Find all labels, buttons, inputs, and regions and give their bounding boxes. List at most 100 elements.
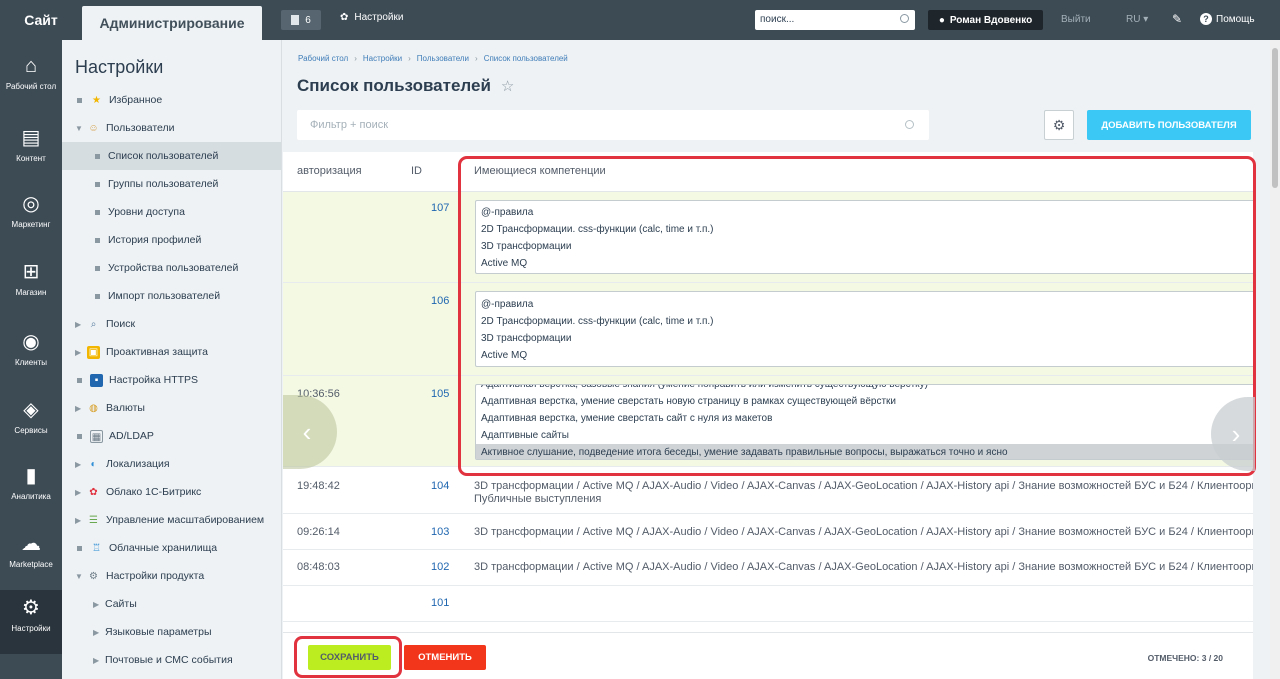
rail-item-services[interactable]: ◈ Сервисы — [0, 392, 62, 456]
cell-id[interactable]: 101 — [431, 597, 449, 609]
competences-multiselect[interactable]: Адаптивная верстка, базовые знания (умен… — [475, 384, 1253, 460]
menu-item-scaling[interactable]: ▶ ☰ Управление масштабированием — [62, 506, 281, 534]
scrollbar-thumb[interactable] — [1272, 48, 1278, 188]
rail-item-marketplace[interactable]: ☁ Marketplace — [0, 526, 62, 590]
add-user-button[interactable]: ДОБАВИТЬ ПОЛЬЗОВАТЕЛЯ — [1087, 110, 1251, 140]
table-row[interactable]: 106 @-правила 2D Трансформации. css-функ… — [283, 283, 1253, 376]
bullet — [77, 97, 82, 103]
select-option[interactable]: 3D трансформации — [476, 238, 1253, 255]
breadcrumb-item[interactable]: Настройки — [363, 54, 402, 63]
cell-id[interactable]: 104 — [431, 480, 449, 492]
home-icon: ⌂ — [24, 55, 38, 77]
rail-item-label: Настройки — [11, 624, 51, 633]
rail-item-settings[interactable]: ⚙ Настройки — [0, 590, 62, 654]
column-header-auth[interactable]: авторизация — [297, 165, 362, 177]
menu-item-user-groups[interactable]: Группы пользователей — [62, 170, 281, 198]
rail-item-content[interactable]: ▤ Контент — [0, 120, 62, 184]
menu-item-profile-history[interactable]: История профилей — [62, 226, 281, 254]
search-icon: ⌕ — [90, 318, 97, 330]
search-icon[interactable] — [900, 14, 909, 23]
breadcrumb-item[interactable]: Пользователи — [417, 54, 469, 63]
table-row[interactable]: 08:48:03 102 3D трансформации / Active M… — [283, 550, 1253, 586]
rail-item-shop[interactable]: ⊞ Магазин — [0, 254, 62, 318]
table-row[interactable]: 19:48:42 104 3D трансформации / Active M… — [283, 467, 1253, 514]
menu-item-users[interactable]: ▼ ☺ Пользователи — [62, 114, 281, 142]
menu-item-cloud-storage[interactable]: ♖ Облачные хранилища — [62, 534, 281, 562]
filter-search-input[interactable]: Фильтр + поиск — [297, 110, 929, 140]
table-row[interactable]: 10:36:56 105 Адаптивная верстка, базовые… — [283, 376, 1253, 467]
column-header-competences[interactable]: Имеющиеся компетенции — [474, 165, 606, 177]
content-icon: ▤ — [21, 127, 41, 149]
cell-id[interactable]: 102 — [431, 561, 449, 573]
grid-settings-button[interactable]: ⚙ — [1044, 110, 1074, 140]
menu-item-user-import[interactable]: Импорт пользователей — [62, 282, 281, 310]
column-header-id[interactable]: ID — [411, 165, 422, 177]
save-button[interactable]: СОХРАНИТЬ — [308, 645, 391, 670]
cancel-button[interactable]: ОТМЕНИТЬ — [404, 645, 486, 670]
site-tab[interactable]: Сайт — [0, 0, 82, 40]
menu-item-mail-sms-events[interactable]: ▶ Почтовые и СМС события — [62, 646, 281, 674]
menu-item-label: Избранное — [109, 94, 163, 106]
menu-item-language-params[interactable]: ▶ Языковые параметры — [62, 618, 281, 646]
select-option[interactable]: Адаптивная верстка, умение сверстать нов… — [476, 393, 1253, 410]
https-icon: ▪ — [90, 373, 103, 387]
menu-item-search[interactable]: ▶ ⌕ Поиск — [62, 310, 281, 338]
menu-item-favorites[interactable]: ★ Избранное — [62, 86, 281, 114]
menu-item-localization[interactable]: ▶ ◐ Локализация — [62, 450, 281, 478]
cell-id[interactable]: 105 — [431, 388, 449, 400]
settings-link[interactable]: ✿ Настройки — [340, 12, 403, 23]
notifications-icon — [291, 15, 300, 25]
menu-item-proactive-protection[interactable]: ▶ ▣ Проактивная защита — [62, 338, 281, 366]
user-button[interactable]: ● Роман Вдовенко — [928, 10, 1043, 30]
select-option[interactable]: Active MQ — [476, 255, 1253, 272]
menu-item-ldap[interactable]: ▦ AD/LDAP — [62, 422, 281, 450]
star-icon[interactable]: ☆ — [501, 77, 514, 95]
cell-id[interactable]: 107 — [431, 202, 449, 214]
menu-item-https[interactable]: ▪ Настройка HTTPS — [62, 366, 281, 394]
search-icon[interactable] — [905, 120, 914, 129]
rail-item-clients[interactable]: ◉ Клиенты — [0, 324, 62, 388]
cell-competences: 3D трансформации / Active MQ / AJAX-Audi… — [474, 526, 1253, 538]
pin-icon[interactable]: ✎ — [1172, 12, 1182, 26]
rail-item-desktop[interactable]: ⌂ Рабочий стол — [0, 48, 62, 112]
competences-multiselect[interactable]: @-правила 2D Трансформации. css-функции … — [475, 291, 1253, 367]
chevron-right-icon: ▶ — [75, 515, 82, 525]
table-row[interactable]: 09:26:14 103 3D трансформации / Active M… — [283, 514, 1253, 550]
cell-competences: 3D трансформации / Active MQ / AJAX-Audi… — [474, 561, 1253, 573]
breadcrumb-item[interactable]: Рабочий стол — [298, 54, 348, 63]
notifications-button[interactable]: 6 — [281, 10, 321, 30]
menu-item-bitrix-cloud[interactable]: ▶ ✿ Облако 1С-Битрикс — [62, 478, 281, 506]
table-row[interactable]: 107 @-правила 2D Трансформации. css-функ… — [283, 192, 1253, 283]
cell-id[interactable]: 106 — [431, 295, 449, 307]
help-button[interactable]: ? Помощь — [1200, 13, 1255, 25]
select-option[interactable]: 2D Трансформации. css-функции (calc, tim… — [476, 221, 1253, 238]
select-option[interactable]: Адаптивная верстка, умение сверстать сай… — [476, 410, 1253, 427]
select-option[interactable]: 2D Трансформации. css-функции (calc, tim… — [476, 313, 1253, 330]
competences-multiselect[interactable]: @-правила 2D Трансформации. css-функции … — [475, 200, 1253, 274]
select-option[interactable]: @-правила — [476, 204, 1253, 221]
breadcrumb-item[interactable]: Список пользователей — [484, 54, 568, 63]
select-option[interactable]: Адаптивная верстка, базовые знания (умен… — [476, 385, 1253, 393]
cell-id[interactable]: 103 — [431, 526, 449, 538]
top-search-input[interactable]: поиск... — [755, 10, 915, 30]
page-scrollbar[interactable] — [1270, 40, 1280, 679]
rail-item-analytics[interactable]: ▮ Аналитика — [0, 458, 62, 522]
breadcrumb-separator-icon: › — [354, 54, 357, 63]
menu-item-sites[interactable]: ▶ Сайты — [62, 590, 281, 618]
select-option[interactable]: 3D трансформации — [476, 330, 1253, 347]
menu-item-user-devices[interactable]: Устройства пользователей — [62, 254, 281, 282]
menu-item-access-levels[interactable]: Уровни доступа — [62, 198, 281, 226]
logout-link[interactable]: Выйти — [1061, 14, 1091, 25]
select-option[interactable]: @-правила — [476, 296, 1253, 313]
table-row[interactable]: 101 — [283, 586, 1253, 622]
admin-tab[interactable]: Администрирование — [82, 6, 262, 40]
select-option-selected[interactable]: Активное слушание, подведение итога бесе… — [476, 444, 1253, 459]
select-option[interactable]: Active MQ — [476, 347, 1253, 364]
language-selector[interactable]: RU ▾ — [1126, 14, 1148, 25]
menu-item-label: Сайты — [105, 598, 137, 610]
rail-item-marketing[interactable]: ◎ Маркетинг — [0, 186, 62, 250]
menu-item-product-settings[interactable]: ▼ ⚙ Настройки продукта — [62, 562, 281, 590]
menu-item-user-list[interactable]: Список пользователей — [62, 142, 281, 170]
menu-item-currencies[interactable]: ▶ ◍ Валюты — [62, 394, 281, 422]
select-option[interactable]: Адаптивные сайты — [476, 427, 1253, 444]
